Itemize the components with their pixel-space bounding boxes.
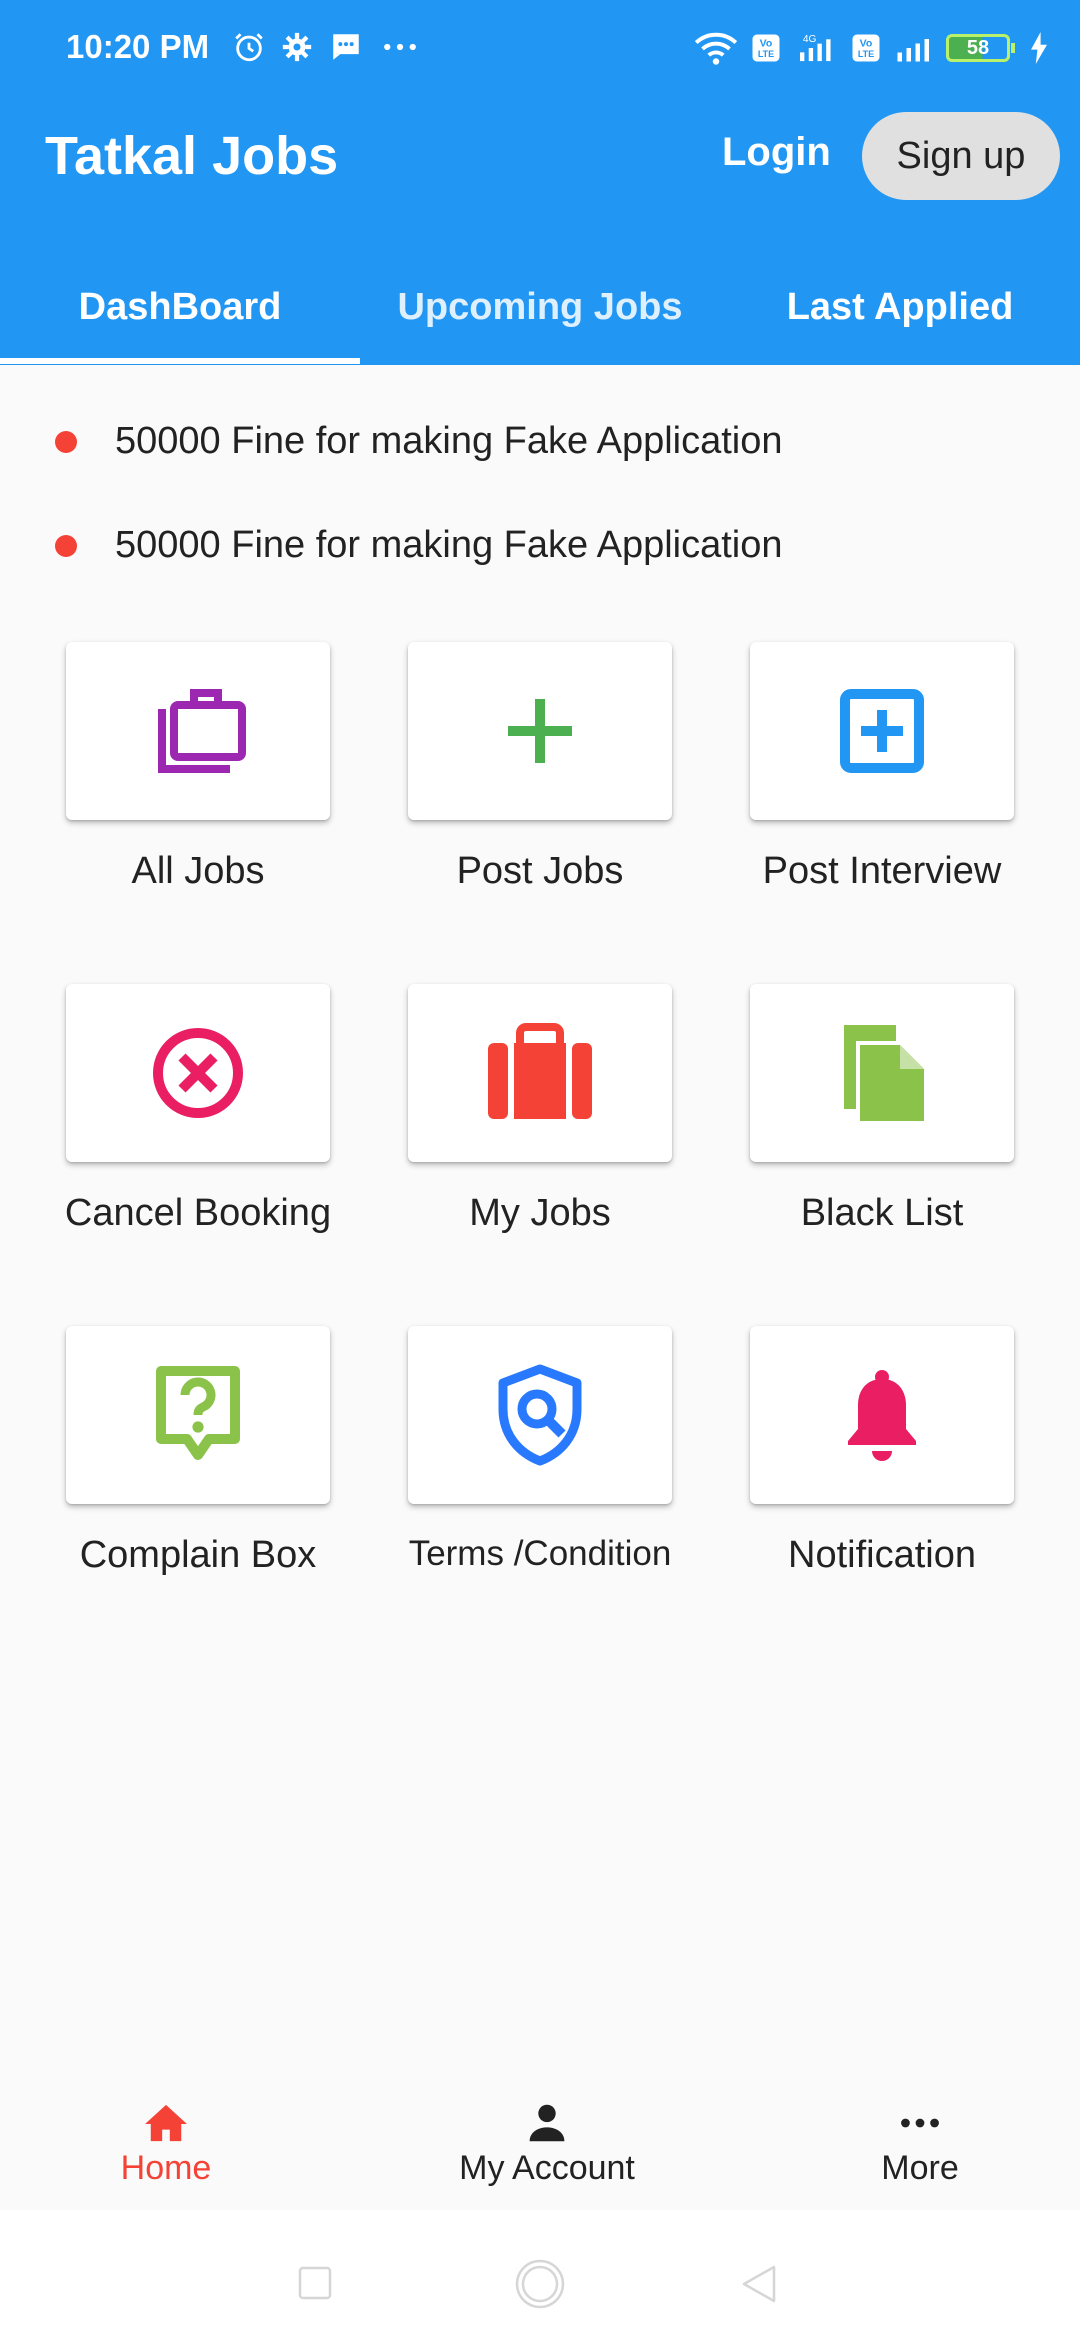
home-icon: [145, 2104, 187, 2141]
tile-cancel-booking[interactable]: [66, 984, 330, 1162]
tab-indicator: [0, 358, 360, 364]
network-label: 4G: [803, 34, 817, 45]
tile-label-complain-box: Complain Box: [79, 1534, 317, 1576]
message-icon: [333, 34, 359, 60]
nav-more[interactable]: More: [740, 2080, 1080, 2210]
signal-icon-2: [897, 39, 929, 62]
status-time: 10:20 PM: [66, 28, 210, 65]
nav-my-account-label: My Account: [459, 2148, 635, 2187]
bell-icon: [848, 1370, 916, 1461]
status-bar: 10:20 PM Vo LTE 4G Vo LTE 58: [0, 0, 1080, 100]
more-horiz-icon: [901, 2118, 939, 2127]
back-triangle-icon[interactable]: [740, 2264, 778, 2304]
status-icons-left: [232, 30, 422, 64]
notice-text: 50000 Fine for making Fake Application: [115, 524, 783, 566]
battery-indicator: 58: [946, 34, 1015, 62]
bullet-dot: [55, 430, 77, 453]
question-box-icon: [156, 1366, 240, 1460]
cancel-circle-icon: [153, 1028, 243, 1118]
tab-upcoming-jobs[interactable]: Upcoming Jobs: [360, 250, 720, 365]
tile-label-notification: Notification: [788, 1534, 976, 1576]
notice-text: 50000 Fine for making Fake Application: [115, 420, 783, 462]
app-title: Tatkal Jobs: [45, 126, 339, 186]
tab-last-applied[interactable]: Last Applied: [720, 250, 1080, 365]
tile-label-post-interview: Post Interview: [762, 850, 1002, 892]
svg-text:Vo: Vo: [860, 38, 873, 50]
tile-post-interview[interactable]: [750, 642, 1014, 820]
volte-icon: VoLTE: [752, 34, 780, 62]
tile-label-black-list: Black List: [800, 1192, 964, 1234]
tile-terms-condition[interactable]: [408, 1326, 672, 1504]
tile-label-my-jobs: My Jobs: [469, 1192, 611, 1234]
add-box-icon: [840, 689, 924, 773]
tile-complain-box[interactable]: [66, 1326, 330, 1504]
copy-file-icon: [844, 1025, 924, 1121]
svg-text:LTE: LTE: [858, 49, 874, 59]
nav-my-account[interactable]: My Account: [367, 2080, 727, 2210]
signup-button[interactable]: Sign up: [862, 112, 1060, 200]
bullet-dot: [55, 534, 77, 557]
notice-item: 50000 Fine for making Fake Application: [55, 524, 783, 567]
battery-level: 58: [966, 36, 990, 59]
tile-label-cancel-booking: Cancel Booking: [64, 1192, 332, 1234]
tab-bar: DashBoard Upcoming Jobs Last Applied: [0, 250, 1080, 365]
svg-text:Vo: Vo: [760, 38, 773, 50]
settings-icon: [282, 32, 312, 62]
plus-icon: [508, 699, 572, 763]
app-bar: 10:20 PM Vo LTE 4G Vo LTE 58 Tatkal Jobs L…: [0, 0, 1080, 365]
tile-all-jobs[interactable]: [66, 642, 330, 820]
person-icon: [529, 2104, 565, 2141]
tile-label-all-jobs: All Jobs: [131, 850, 265, 892]
charging-icon: [1031, 32, 1047, 64]
tile-label-terms-condition: Terms /Condition: [408, 1534, 672, 1573]
recents-square-icon[interactable]: [298, 2266, 332, 2300]
bottom-navigation: Home My Account More: [0, 2080, 1080, 2210]
tile-my-jobs[interactable]: [408, 984, 672, 1162]
nav-home-label: Home: [120, 2148, 212, 2187]
briefcase-outline-icon: [158, 689, 246, 773]
alarm-icon: [235, 33, 263, 62]
volte-icon-2: VoLTE: [852, 34, 880, 62]
svg-text:LTE: LTE: [758, 49, 774, 59]
signal-icon: 4G: [800, 34, 831, 62]
nav-more-label: More: [881, 2148, 959, 2187]
home-circle-icon[interactable]: [514, 2258, 566, 2310]
tile-post-jobs[interactable]: [408, 642, 672, 820]
luggage-icon: [488, 1023, 592, 1119]
login-button[interactable]: Login: [722, 130, 831, 175]
tile-black-list[interactable]: [750, 984, 1014, 1162]
shield-search-icon: [498, 1364, 582, 1466]
status-icons-right: Vo LTE 4G Vo LTE 58: [694, 30, 1050, 66]
tile-label-post-jobs: Post Jobs: [456, 850, 624, 892]
tab-dashboard[interactable]: DashBoard: [0, 250, 360, 365]
more-dots-icon: [384, 43, 416, 51]
tile-notification[interactable]: [750, 1326, 1014, 1504]
system-navigation-bar: [0, 2210, 1080, 2340]
wifi-icon: [694, 32, 738, 65]
notice-item: 50000 Fine for making Fake Application: [55, 420, 783, 463]
nav-home[interactable]: Home: [0, 2080, 346, 2210]
